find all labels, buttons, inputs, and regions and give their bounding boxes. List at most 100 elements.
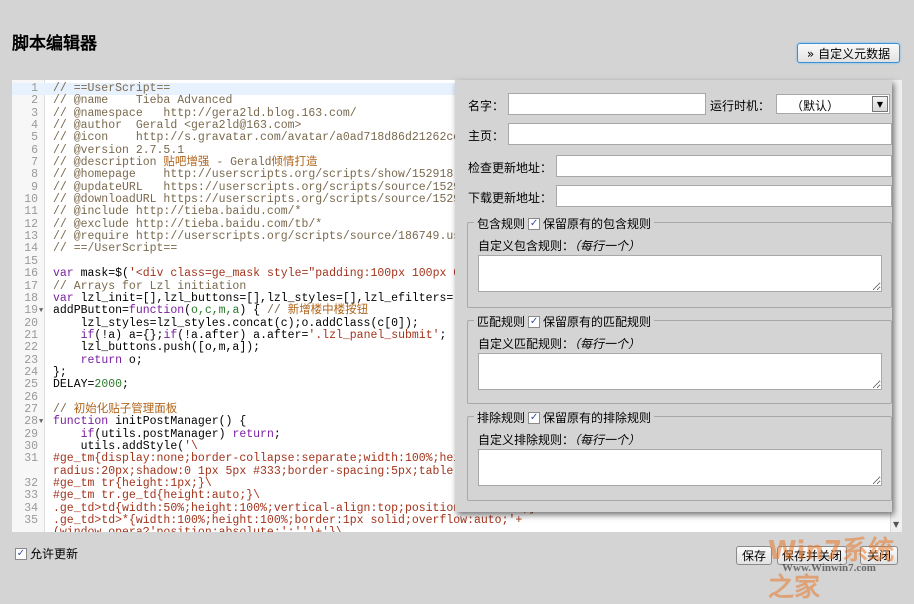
code-token: // @require http://userscripts.org/scrip… [53, 230, 495, 244]
exclude-textarea[interactable] [478, 449, 882, 486]
code-token: // @namespace http://gera2ld.blog.163.co… [53, 106, 357, 120]
code-token: // @include http://tieba.baidu.com/* [53, 205, 302, 219]
code-token: '.lzl_panel_submit' [308, 328, 440, 342]
homepage-label: 主页： [468, 129, 505, 143]
match-textarea[interactable] [478, 353, 882, 390]
code-token: lzl_init=[],lzl_buttons=[],lzl_styles=[]… [73, 291, 474, 305]
code-token: - Gerald [209, 156, 272, 170]
download-url-label: 下载更新地址： [468, 191, 553, 205]
code-token: // @author Gerald <gera2ld@163.com> [53, 119, 302, 133]
code-token: // @version 2.7.5.1 [53, 143, 185, 157]
metadata-panel: 名字： 运行时机： （默认） ▼ 主页： 检查更新地址： 下载更新地址： 包含规则… [455, 80, 892, 512]
allow-update-label[interactable]: 允许更新 [30, 545, 78, 562]
code-line[interactable]: (window.opera?'position:absolute;':'')+'… [12, 527, 890, 532]
allow-update-option[interactable]: ✓ 允许更新 [15, 545, 78, 562]
custom-include-label: 自定义包含规则： [478, 239, 575, 253]
run-at-select[interactable]: （默认） ▼ [776, 94, 890, 114]
include-textarea[interactable] [478, 255, 882, 292]
code-token: (!a.after) a.after= [177, 328, 309, 342]
code-token: if [80, 427, 95, 441]
code-token: ; [122, 378, 129, 392]
code-token: function [128, 304, 185, 318]
save-button[interactable]: 保存 [736, 546, 772, 565]
custom-metadata-button[interactable]: » 自定义元数据 [797, 43, 900, 63]
line-number: 11 [24, 205, 38, 219]
homepage-input[interactable] [508, 123, 892, 145]
code-token: }; [53, 365, 67, 379]
match-legend: 匹配规则 [477, 315, 526, 329]
download-url-input[interactable] [556, 185, 892, 207]
line-number: 33 [24, 489, 38, 503]
code-token: #ge_tm tr.ge_td{height:auto;}\ [53, 489, 261, 503]
update-url-input[interactable] [556, 155, 892, 177]
code-text: (window.opera?'position:absolute;':'')+'… [53, 527, 343, 532]
include-legend: 包含规则 [477, 217, 526, 231]
allow-update-checkbox[interactable]: ✓ [15, 547, 27, 560]
code-token: function [53, 415, 109, 429]
keep-exclude-checkbox[interactable]: ✓ [528, 411, 541, 424]
code-token: .ge_td>td>*{width:100%;height:100%;borde… [53, 514, 523, 528]
code-token: 贴吧增强 [163, 156, 210, 170]
code-token: '\ [184, 439, 198, 453]
line-number: 28 [24, 415, 38, 429]
code-token: var [53, 267, 74, 281]
code-token: // @name Tieba Advanced [53, 94, 233, 108]
close-button[interactable]: 关闭 [860, 546, 898, 565]
save-and-close-button[interactable]: 保存并关闭 [777, 546, 847, 565]
code-token: // ==/UserScript== [53, 242, 178, 256]
line-number: 14 [24, 242, 38, 256]
code-token: var [53, 291, 74, 305]
code-token: return [80, 353, 123, 367]
code-token: // [266, 304, 288, 318]
code-text: // ==/UserScript== [53, 243, 177, 255]
exclude-rules-group: 排除规则 ✓ 保留原有的排除规则 自定义排除规则：（每行一个） [467, 409, 892, 501]
name-label: 名字： [468, 99, 505, 113]
code-token: (!a) a={}; [94, 328, 164, 342]
line-number: 22 [24, 341, 38, 355]
code-text: DELAY=2000; [53, 379, 129, 391]
keep-exclude-label[interactable]: 保留原有的排除规则 [543, 409, 651, 426]
code-token: return [232, 427, 274, 441]
line-number: 35 [24, 514, 38, 528]
code-token: ( [184, 304, 192, 318]
line-number: 19 [24, 304, 38, 318]
keep-include-checkbox[interactable]: ✓ [528, 217, 541, 230]
code-token: addPButton= [53, 304, 129, 318]
line-number: 31 [24, 452, 38, 466]
include-hint: （每行一个） [574, 239, 641, 253]
code-token: lzl_styles=lzl_styles.concat(c);o.addCla… [53, 316, 419, 330]
scroll-down-arrow-icon[interactable]: ▼ [893, 520, 899, 529]
code-token: // @exclude http://tieba.baidu.com/tb/* [53, 217, 323, 231]
keep-match-label[interactable]: 保留原有的匹配规则 [543, 313, 651, 330]
fold-toggle-icon[interactable]: ▼ [39, 416, 43, 428]
exclude-legend: 排除规则 [477, 411, 526, 425]
fold-toggle-icon[interactable]: ▼ [39, 305, 43, 317]
code-token: // [53, 402, 74, 416]
code-token: #ge_tm tr{height:1px;}\ [53, 477, 212, 490]
line-number: 25 [24, 378, 38, 392]
code-token: ; [439, 328, 447, 342]
code-token: // @description [53, 156, 164, 170]
code-token: 初始化贴子管理面板 [73, 402, 178, 416]
code-token: '<div class=ge_mask style="padding:100px… [128, 267, 488, 281]
exclude-hint: （每行一个） [574, 433, 641, 447]
code-token: ; [273, 427, 281, 441]
code-token: 2000 [94, 378, 123, 392]
code-token: // ==UserScript== [53, 82, 171, 95]
code-token: (utils.postManager) [94, 427, 233, 441]
chevron-down-icon[interactable]: ▼ [872, 96, 888, 112]
code-token: mask=$( [73, 267, 129, 281]
code-token: // @homepage http://userscripts.org/scri… [53, 168, 454, 182]
match-rules-group: 匹配规则 ✓ 保留原有的匹配规则 自定义匹配规则：（每行一个） [467, 313, 892, 404]
keep-match-checkbox[interactable]: ✓ [528, 315, 541, 328]
line-number: 17 [24, 279, 38, 293]
custom-match-label: 自定义匹配规则： [478, 337, 575, 351]
code-token: if [163, 328, 178, 342]
line-number: 5 [31, 131, 38, 145]
name-input[interactable] [508, 93, 706, 115]
code-token: utils.addStyle( [53, 439, 185, 453]
code-token: if [80, 328, 95, 342]
keep-include-label[interactable]: 保留原有的包含规则 [543, 215, 651, 232]
